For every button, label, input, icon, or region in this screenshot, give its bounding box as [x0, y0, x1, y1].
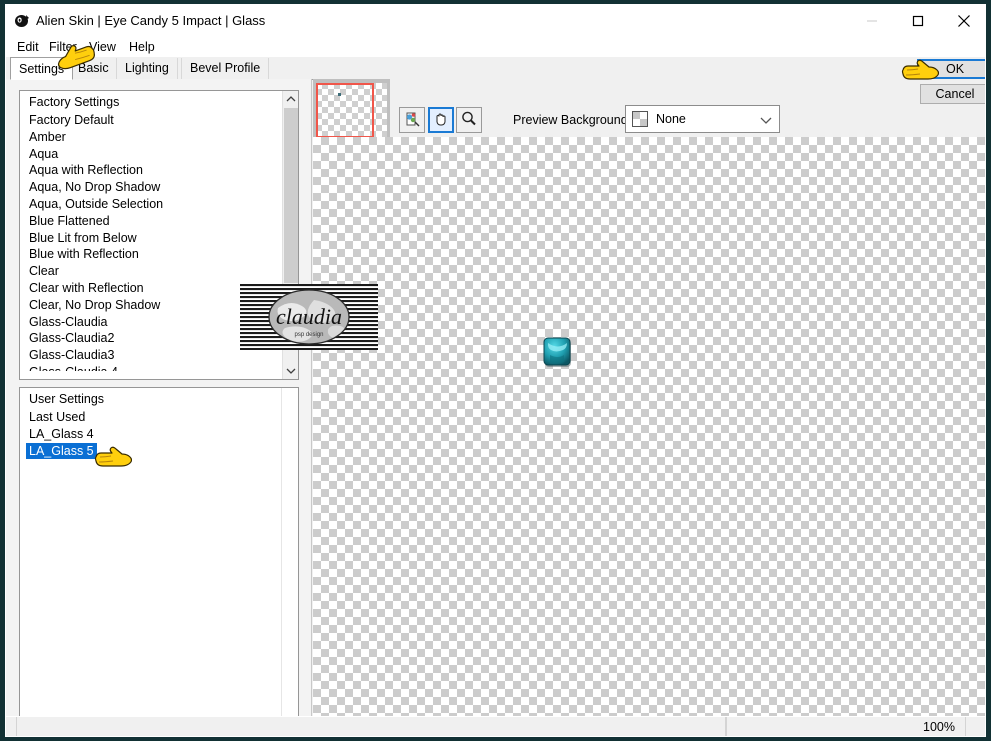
color-picker-icon[interactable] — [399, 107, 425, 133]
maximize-button[interactable] — [895, 5, 941, 37]
list-item[interactable]: Aqua — [20, 146, 298, 163]
menu-item-help[interactable]: Help — [124, 39, 160, 55]
svg-text:claudia: claudia — [276, 304, 342, 329]
application-window: Alien Skin | Eye Candy 5 Impact | Glass … — [5, 4, 986, 737]
preview-background-value: None — [656, 112, 686, 126]
status-bar: 100% — [6, 716, 985, 736]
chevron-down-icon[interactable] — [283, 363, 298, 379]
pointing-hand-cursor-preset-icon — [92, 446, 133, 470]
list-item[interactable]: Amber — [20, 129, 298, 146]
menu-bar: Edit Filter View Help — [6, 37, 985, 57]
zoom-level-label: 100% — [923, 720, 955, 734]
glass-preview-object — [540, 335, 576, 371]
list-item[interactable]: Blue Lit from Below — [20, 230, 298, 247]
tab-lighting[interactable]: Lighting — [116, 58, 178, 79]
list-item[interactable]: Aqua with Reflection — [20, 162, 298, 179]
list-item[interactable]: Aqua, Outside Selection — [20, 196, 298, 213]
alien-skin-logo-icon — [14, 13, 30, 29]
list-item[interactable]: Aqua, No Drop Shadow — [20, 179, 298, 196]
scrollbar-thumb[interactable] — [284, 108, 298, 283]
user-settings-header: User Settings — [29, 392, 105, 406]
preview-canvas[interactable] — [313, 137, 985, 718]
claudia-watermark: claudia psp design — [240, 284, 378, 350]
preview-panel: Preview Background: None OK Cancel — [313, 59, 985, 718]
status-cell-left — [16, 717, 726, 736]
close-button[interactable] — [941, 5, 985, 37]
hand-pan-icon[interactable] — [428, 107, 454, 133]
list-item[interactable]: Glass-Claudia 4 — [20, 364, 298, 371]
zoom-magnifier-icon[interactable] — [456, 107, 482, 133]
user-settings-listbox[interactable]: User Settings Last Used LA_Glass 4 LA_Gl… — [19, 387, 299, 736]
tab-bevel-profile[interactable]: Bevel Profile — [181, 58, 270, 79]
settings-panel: Factory Settings Factory Default Amber A… — [6, 79, 312, 736]
list-item[interactable]: Factory Default — [20, 112, 298, 129]
preview-checkerboard — [313, 137, 985, 718]
window-title: Alien Skin | Eye Candy 5 Impact | Glass — [36, 13, 266, 28]
preview-background-label: Preview Background: — [513, 113, 632, 127]
title-bar: Alien Skin | Eye Candy 5 Impact | Glass — [6, 5, 985, 37]
preview-background-select[interactable]: None — [625, 105, 780, 133]
pointing-hand-cursor-ok-icon — [899, 59, 940, 83]
list-item[interactable]: Blue with Reflection — [20, 246, 298, 263]
selected-preset-label: LA_Glass 5 — [26, 442, 97, 460]
cancel-button[interactable]: Cancel — [920, 84, 985, 104]
chevron-up-icon[interactable] — [283, 91, 298, 107]
list-item[interactable]: Clear — [20, 263, 298, 280]
transparency-swatch-icon — [632, 111, 648, 127]
list-item[interactable]: LA_Glass 4 — [20, 426, 298, 443]
list-item-selected[interactable]: LA_Glass 5 — [20, 442, 298, 460]
svg-text:psp design: psp design — [294, 332, 323, 338]
navigator-viewport-rect[interactable] — [316, 83, 374, 138]
list-header: Factory Settings — [29, 95, 120, 109]
menu-item-edit[interactable]: Edit — [12, 39, 44, 55]
tab-strip: Settings Basic Lighting Bevel Profile — [6, 57, 985, 80]
minimize-button[interactable] — [849, 5, 895, 37]
list-item[interactable]: Last Used — [20, 409, 298, 426]
chevron-down-icon[interactable] — [760, 115, 772, 129]
list-item[interactable]: Blue Flattened — [20, 213, 298, 230]
